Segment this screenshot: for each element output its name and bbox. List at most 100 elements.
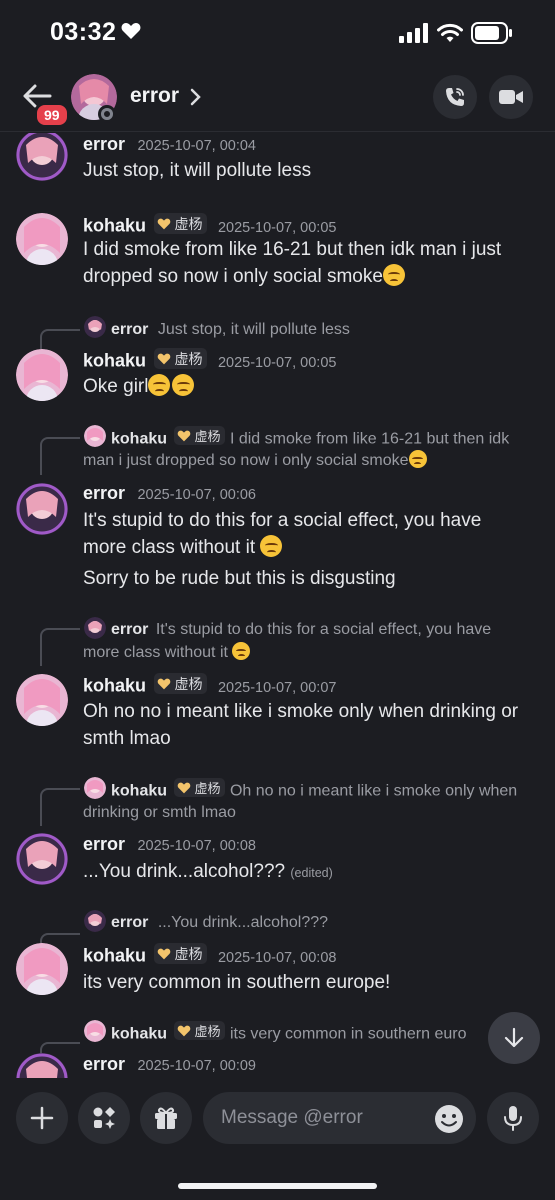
reply-text: I did smoke from like 16-21 but then idk bbox=[229, 430, 510, 448]
unamused-emoji-icon bbox=[260, 535, 283, 557]
avatar[interactable] bbox=[16, 483, 68, 535]
tag-label: 虚杨 bbox=[174, 215, 203, 232]
user-tag: 虚杨 bbox=[174, 426, 226, 445]
battery-icon bbox=[471, 22, 512, 44]
avatar[interactable] bbox=[16, 213, 68, 265]
reply-connector bbox=[40, 628, 80, 666]
apps-icon bbox=[93, 1107, 115, 1129]
message-header: kohaku 虚杨 2025-10-07, 00:05 bbox=[83, 213, 336, 237]
chat-header: 99 error bbox=[0, 66, 555, 132]
scroll-to-bottom-button[interactable] bbox=[488, 1012, 540, 1064]
reply-connector bbox=[40, 788, 80, 826]
user-tag[interactable]: 虚杨 bbox=[154, 673, 208, 694]
reply-preview[interactable]: kohaku 虚杨 I did smoke from like 16-21 bu… bbox=[111, 426, 541, 451]
reply-username: kohaku bbox=[111, 430, 168, 448]
avatar[interactable] bbox=[16, 133, 68, 181]
reply-text[interactable]: more class without it bbox=[83, 641, 251, 664]
phone-icon bbox=[446, 88, 464, 106]
emoji-picker-icon[interactable] bbox=[434, 1104, 464, 1134]
timestamp: 2025-10-07, 00:06 bbox=[137, 487, 256, 503]
timestamp: 2025-10-07, 00:05 bbox=[217, 354, 337, 371]
status-time: 03:32 bbox=[50, 18, 117, 46]
message-header: error 2025-10-07, 00:06 bbox=[83, 483, 256, 504]
message-text: Oh no no i meant like i smoke only when … bbox=[83, 701, 519, 722]
username[interactable]: kohaku bbox=[83, 216, 146, 236]
username[interactable]: error bbox=[83, 1054, 125, 1074]
message-text: Sorry to be rude but this is disgusting bbox=[83, 568, 396, 589]
add-attachment-button[interactable] bbox=[16, 1092, 68, 1144]
reply-username: error bbox=[111, 621, 149, 638]
timestamp: 2025-10-07, 00:05 bbox=[217, 219, 337, 236]
message-text: Just stop, it will pollute less bbox=[83, 160, 312, 181]
avatar[interactable] bbox=[16, 674, 68, 726]
reply-connector bbox=[40, 329, 80, 349]
reply-username: kohaku bbox=[111, 1025, 168, 1043]
timestamp: 2025-10-07, 00:04 bbox=[137, 138, 256, 154]
heart-icon bbox=[121, 23, 141, 39]
username[interactable]: kohaku bbox=[83, 676, 146, 696]
reply-text: Just stop, it will pollute less bbox=[157, 321, 350, 338]
reply-preview[interactable]: error It's stupid to do this for a socia… bbox=[111, 618, 541, 641]
user-tag[interactable]: 虚杨 bbox=[154, 213, 208, 234]
reply-preview[interactable]: error ...You drink...alcohol??? bbox=[111, 911, 328, 934]
reply-text[interactable]: man i just dropped so now i only social … bbox=[83, 449, 427, 472]
message-header: kohaku 虚杨 2025-10-07, 00:07 bbox=[83, 673, 336, 697]
heart-tag-icon bbox=[158, 353, 171, 364]
message-text: its very common in southern europe! bbox=[83, 972, 391, 993]
reply-avatar bbox=[84, 777, 106, 799]
username[interactable]: error bbox=[83, 483, 125, 503]
username[interactable]: kohaku bbox=[83, 946, 146, 966]
message-text: I did smoke from like 16-21 but then idk… bbox=[83, 239, 502, 260]
page-title[interactable]: error bbox=[130, 84, 179, 108]
voice-call-button[interactable] bbox=[433, 75, 477, 119]
tag-label: 虚杨 bbox=[174, 945, 203, 962]
reply-preview[interactable]: kohaku 虚杨 its very common in southern eu… bbox=[111, 1021, 466, 1046]
message-header: error 2025-10-07, 00:09 bbox=[83, 1054, 256, 1075]
timestamp: 2025-10-07, 00:09 bbox=[137, 1058, 256, 1074]
message-text: smth lmao bbox=[83, 728, 171, 749]
username[interactable]: error bbox=[83, 834, 125, 854]
avatar[interactable] bbox=[16, 349, 68, 401]
heart-tag-icon bbox=[158, 678, 171, 689]
message-text: more class without it bbox=[83, 534, 283, 561]
gift-button[interactable] bbox=[140, 1092, 192, 1144]
avatar[interactable] bbox=[16, 943, 68, 995]
voice-message-button[interactable] bbox=[487, 1092, 539, 1144]
user-tag[interactable]: 虚杨 bbox=[154, 943, 208, 964]
disappointed-emoji-icon bbox=[382, 264, 405, 286]
gift-icon bbox=[155, 1107, 177, 1129]
timestamp: 2025-10-07, 00:08 bbox=[217, 949, 337, 966]
heart-tag-icon bbox=[178, 1025, 191, 1036]
message-header: kohaku 虚杨 2025-10-07, 00:05 bbox=[83, 348, 336, 372]
tag-label: 虚杨 bbox=[174, 675, 203, 692]
reply-avatar bbox=[84, 316, 106, 338]
heart-tag-icon bbox=[158, 948, 171, 959]
tag-label: 虚杨 bbox=[174, 350, 203, 367]
video-call-button[interactable] bbox=[489, 75, 533, 119]
apps-button[interactable] bbox=[78, 1092, 130, 1144]
timestamp: 2025-10-07, 00:07 bbox=[217, 679, 337, 696]
username[interactable]: kohaku bbox=[83, 351, 146, 371]
reply-text[interactable]: drinking or smth lmao bbox=[83, 801, 236, 824]
heart-tag-icon bbox=[178, 782, 191, 793]
heart-tag-icon bbox=[158, 218, 171, 229]
unread-badge: 99 bbox=[34, 102, 70, 128]
reply-connector bbox=[40, 437, 80, 475]
message-list[interactable]: error 2025-10-07, 00:04 Just stop, it wi… bbox=[0, 133, 555, 1078]
username[interactable]: error bbox=[83, 134, 125, 154]
message-header: kohaku 虚杨 2025-10-07, 00:08 bbox=[83, 943, 336, 967]
unamused-emoji-icon bbox=[232, 642, 251, 660]
reply-avatar bbox=[84, 617, 106, 639]
reply-preview[interactable]: kohaku 虚杨 Oh no no i meant like i smoke … bbox=[111, 778, 551, 803]
arrow-down-icon bbox=[504, 1027, 524, 1048]
reply-avatar bbox=[84, 910, 106, 932]
user-tag[interactable]: 虚杨 bbox=[154, 348, 208, 369]
reply-username: error bbox=[111, 321, 149, 338]
reply-preview[interactable]: error Just stop, it will pollute less bbox=[111, 318, 350, 341]
reply-text: ...You drink...alcohol??? bbox=[157, 914, 329, 931]
chevron-right-icon[interactable] bbox=[190, 88, 202, 106]
home-indicator[interactable] bbox=[178, 1183, 377, 1189]
avatar[interactable] bbox=[16, 833, 68, 885]
wifi-icon bbox=[437, 23, 463, 42]
video-camera-icon bbox=[499, 90, 523, 104]
